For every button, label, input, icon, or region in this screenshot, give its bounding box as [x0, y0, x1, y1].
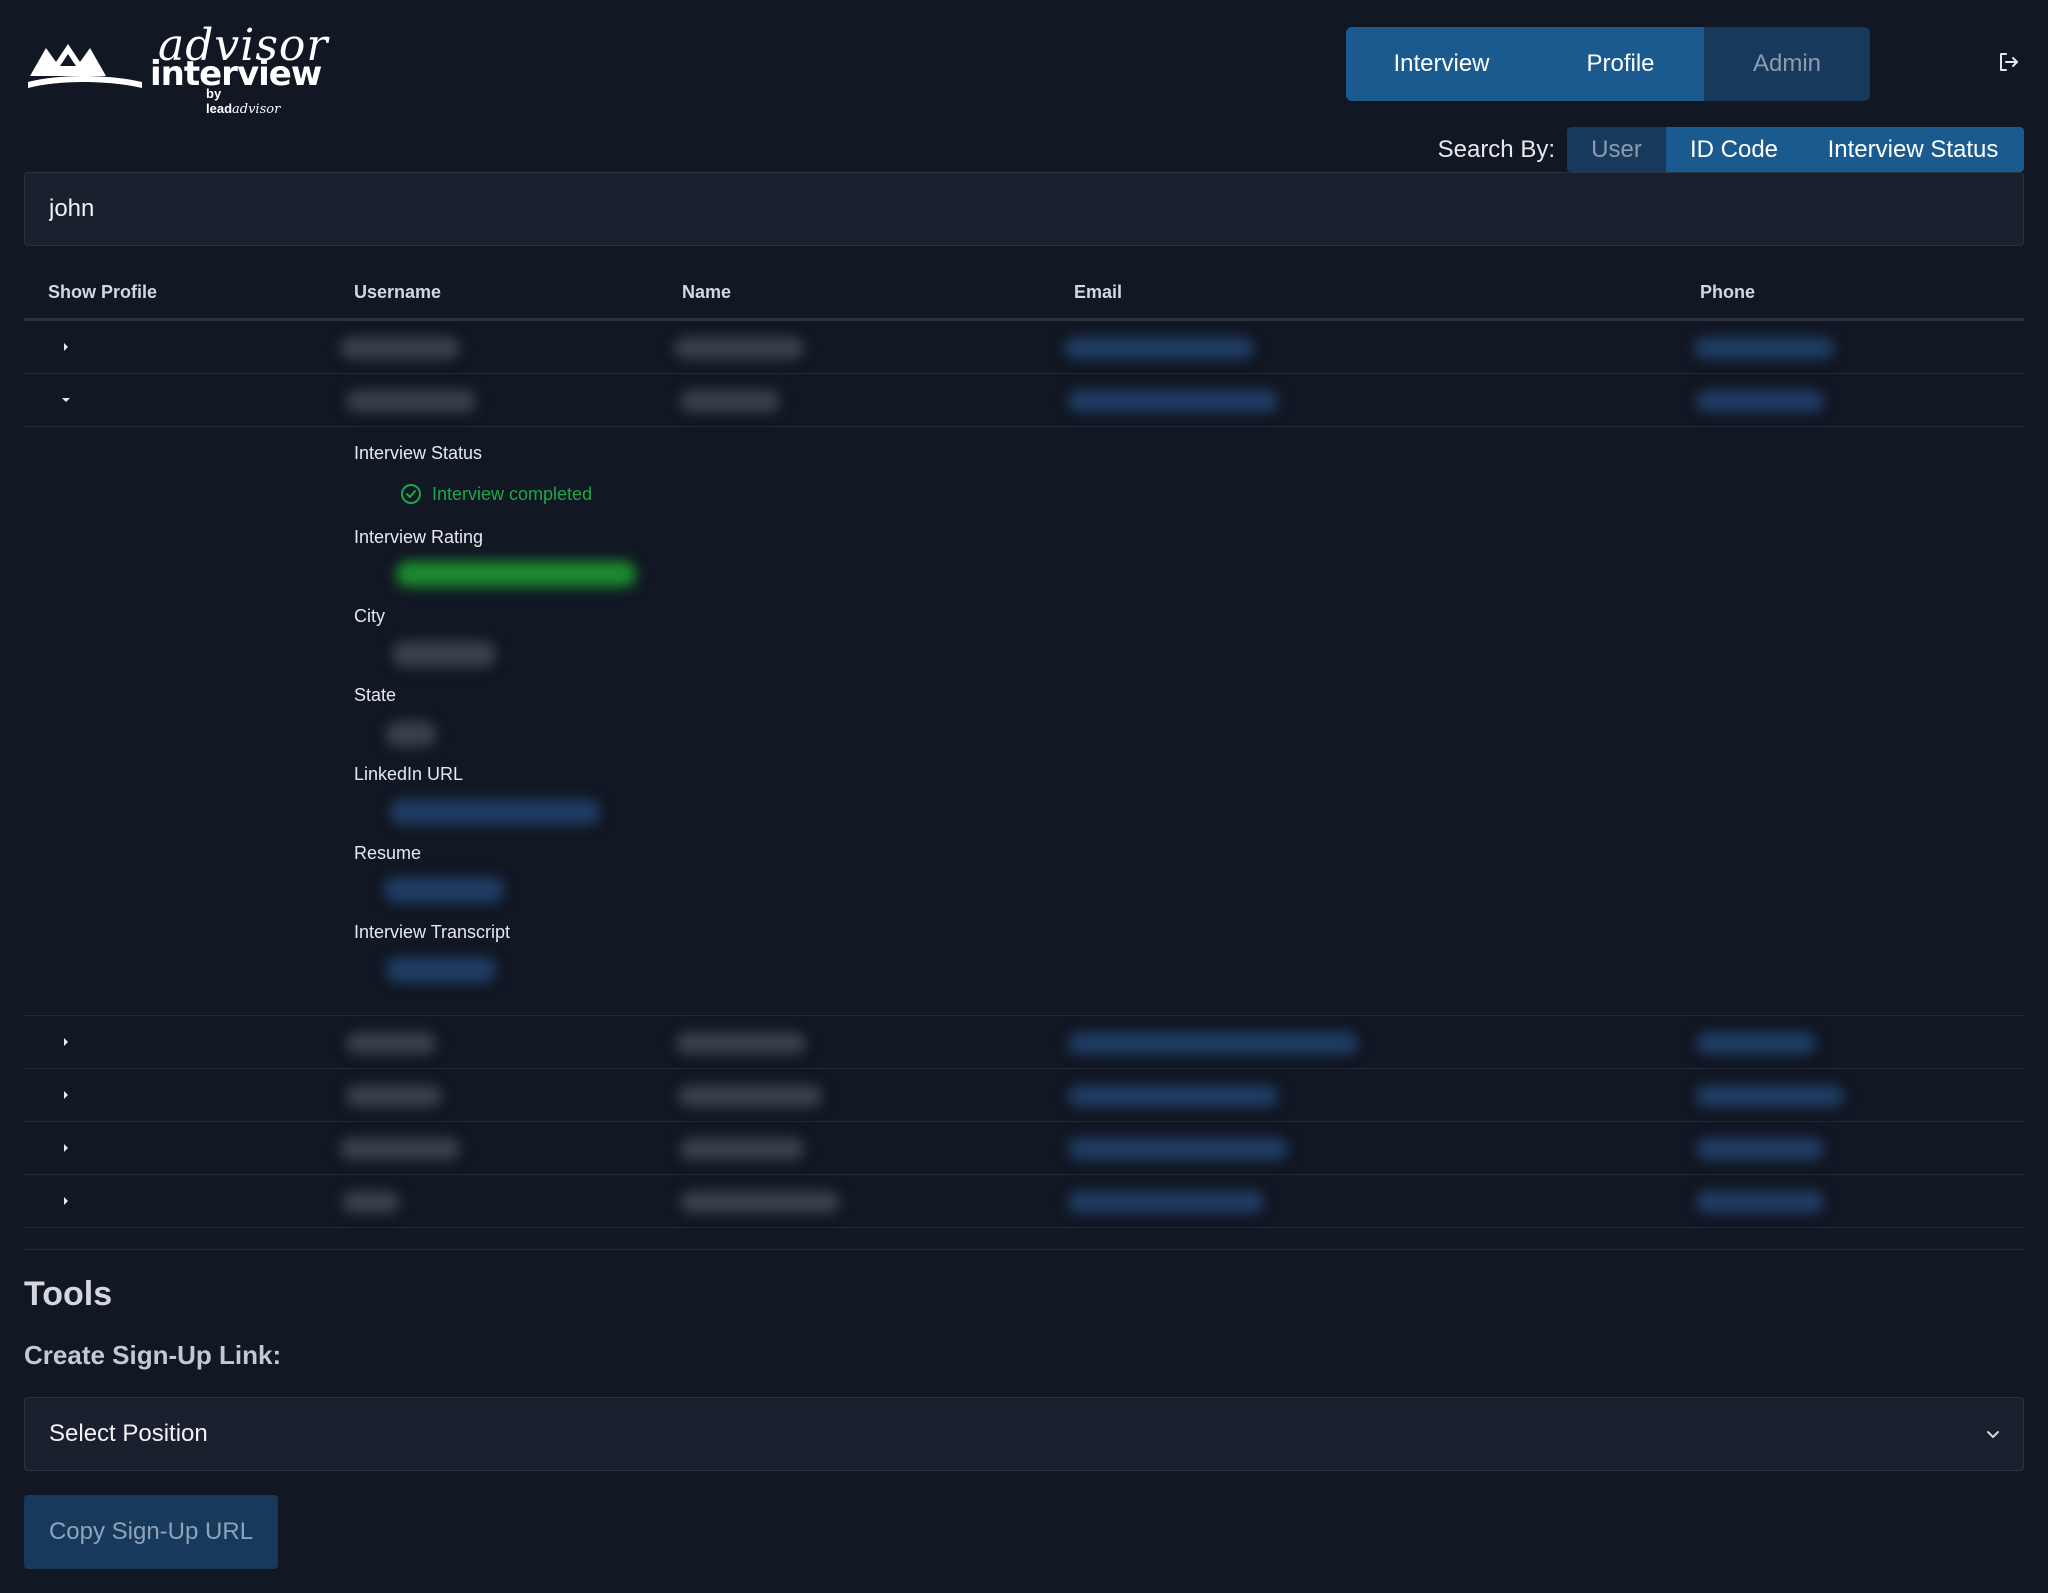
interview-status-value: Interview completed [432, 483, 593, 504]
user-table: Show Profile Username Name Email Phone I… [24, 270, 2024, 1228]
transcript-label: Interview Transcript [354, 922, 511, 942]
profile-detail: Interview Status Interview completed Int… [24, 427, 2024, 1016]
logo-mountains-icon [28, 44, 142, 88]
app-logo: advisor interview by leadadvisor [28, 20, 327, 117]
position-select-value: Select Position [49, 1420, 208, 1447]
table-row[interactable] [24, 1122, 2024, 1175]
name-cell [674, 337, 804, 359]
table-header: Show Profile Username Name Email Phone [24, 270, 2024, 321]
phone-cell [1696, 390, 1824, 412]
header-email: Email [1074, 282, 1123, 302]
phone-cell [1696, 1191, 1824, 1213]
search-by-interview-status[interactable]: Interview Status [1802, 127, 2024, 172]
header-name: Name [682, 282, 732, 302]
table-row[interactable] [24, 1069, 2024, 1122]
caret-right-icon[interactable] [58, 1087, 74, 1103]
email-cell[interactable] [1068, 1191, 1264, 1213]
username-cell [340, 1138, 460, 1160]
phone-cell [1696, 1085, 1844, 1107]
phone-cell [1696, 1138, 1824, 1160]
table-row[interactable] [24, 1175, 2024, 1228]
header-show-profile: Show Profile [48, 282, 158, 302]
main-nav: Interview Profile Admin [1346, 27, 1870, 101]
username-cell [346, 1085, 442, 1107]
interview-status-badge: Interview completed [400, 483, 592, 505]
nav-interview[interactable]: Interview [1346, 27, 1537, 101]
resume-label: Resume [354, 843, 422, 863]
search-by-id-code[interactable]: ID Code [1666, 127, 1802, 172]
chevron-down-icon [1987, 1431, 1999, 1438]
header-username: Username [354, 282, 442, 302]
name-cell [680, 1191, 840, 1213]
username-cell [346, 1032, 436, 1054]
create-signup-link-label: Create Sign-Up Link: [24, 1340, 282, 1370]
transcript-link[interactable] [386, 957, 496, 983]
search-input[interactable] [24, 172, 2024, 246]
username-cell [340, 337, 460, 359]
username-cell [342, 1191, 400, 1213]
table-row[interactable] [24, 374, 2024, 427]
logo-byline: by leadadvisor [206, 86, 281, 117]
email-cell[interactable] [1068, 1085, 1278, 1107]
position-select[interactable]: Select Position [24, 1397, 2024, 1471]
nav-profile[interactable]: Profile [1537, 27, 1704, 101]
logout-icon[interactable] [1996, 50, 2020, 74]
caret-right-icon[interactable] [58, 1034, 74, 1050]
email-cell[interactable] [1064, 337, 1254, 359]
copy-signup-url-button[interactable]: Copy Sign-Up URL [24, 1495, 278, 1569]
resume-link[interactable] [384, 877, 504, 903]
caret-right-icon[interactable] [58, 339, 74, 355]
name-cell [676, 1032, 806, 1054]
nav-admin[interactable]: Admin [1704, 27, 1870, 101]
city-value [392, 641, 496, 667]
email-cell[interactable] [1068, 1138, 1288, 1160]
search-by-user[interactable]: User [1567, 127, 1666, 172]
search-by-toggle: User ID Code Interview Status [1567, 127, 2024, 172]
state-label: State [354, 685, 397, 705]
check-circle-icon [401, 484, 421, 504]
phone-cell [1694, 337, 1834, 359]
linkedin-label: LinkedIn URL [354, 764, 464, 784]
table-row[interactable] [24, 1016, 2024, 1069]
email-cell[interactable] [1068, 390, 1278, 412]
email-cell[interactable] [1068, 1032, 1358, 1054]
section-divider [24, 1249, 2024, 1250]
interview-rating-label: Interview Rating [354, 527, 484, 547]
name-cell [678, 1085, 822, 1107]
interview-status-label: Interview Status [354, 443, 483, 463]
interview-rating-value [396, 561, 636, 587]
tools-heading: Tools [24, 1275, 113, 1313]
caret-down-icon[interactable] [58, 392, 74, 408]
name-cell [680, 390, 780, 412]
linkedin-link[interactable] [390, 799, 600, 825]
search-by-label: Search By: [1437, 135, 1555, 163]
name-cell [680, 1138, 804, 1160]
username-cell [346, 390, 476, 412]
state-value [386, 721, 436, 747]
header-phone: Phone [1700, 282, 1756, 302]
table-row[interactable] [24, 321, 2024, 374]
caret-right-icon[interactable] [58, 1193, 74, 1209]
search-by-bar: Search By: User ID Code Interview Status [1438, 127, 2024, 172]
city-label: City [354, 606, 385, 626]
phone-cell [1696, 1032, 1816, 1054]
caret-right-icon[interactable] [58, 1140, 74, 1156]
